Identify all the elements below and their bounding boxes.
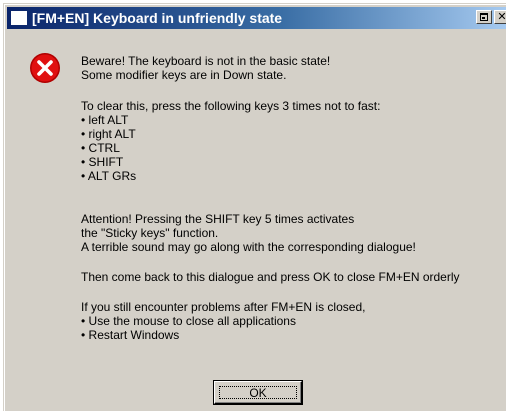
message-line: Some modifier keys are in Down state. bbox=[81, 68, 287, 82]
list-item: • SHIFT bbox=[81, 155, 124, 169]
message-line: Attention! Pressing the SHIFT key 5 time… bbox=[81, 212, 355, 226]
dialog-window: [FM+EN] Keyboard in unfriendly state ✕ B… bbox=[3, 3, 506, 411]
message-line: To clear this, press the following keys … bbox=[81, 99, 381, 113]
restore-icon bbox=[480, 13, 488, 21]
app-window-icon bbox=[11, 11, 27, 25]
list-item: • Use the mouse to close all application… bbox=[81, 314, 296, 328]
list-item: • CTRL bbox=[81, 141, 120, 155]
ok-button-label: OK bbox=[219, 386, 297, 400]
message-line: Beware! The keyboard is not in the basic… bbox=[81, 54, 331, 68]
message-line: Then come back to this dialogue and pres… bbox=[81, 270, 460, 284]
title-bar[interactable]: [FM+EN] Keyboard in unfriendly state ✕ bbox=[7, 7, 506, 29]
close-button[interactable]: ✕ bbox=[494, 10, 506, 24]
list-item: • Restart Windows bbox=[81, 328, 180, 342]
message-line: If you still encounter problems after FM… bbox=[81, 300, 366, 314]
list-item: • left ALT bbox=[81, 113, 129, 127]
list-item: • ALT GRs bbox=[81, 169, 137, 183]
window-title: [FM+EN] Keyboard in unfriendly state bbox=[32, 10, 283, 26]
restore-button[interactable] bbox=[476, 10, 492, 24]
message-line: A terrible sound may go along with the c… bbox=[81, 240, 416, 254]
list-item: • right ALT bbox=[81, 127, 136, 141]
ok-button[interactable]: OK bbox=[214, 381, 302, 404]
error-icon bbox=[30, 53, 60, 83]
close-icon: ✕ bbox=[497, 10, 506, 23]
message-line: the "Sticky keys" function. bbox=[81, 226, 219, 240]
